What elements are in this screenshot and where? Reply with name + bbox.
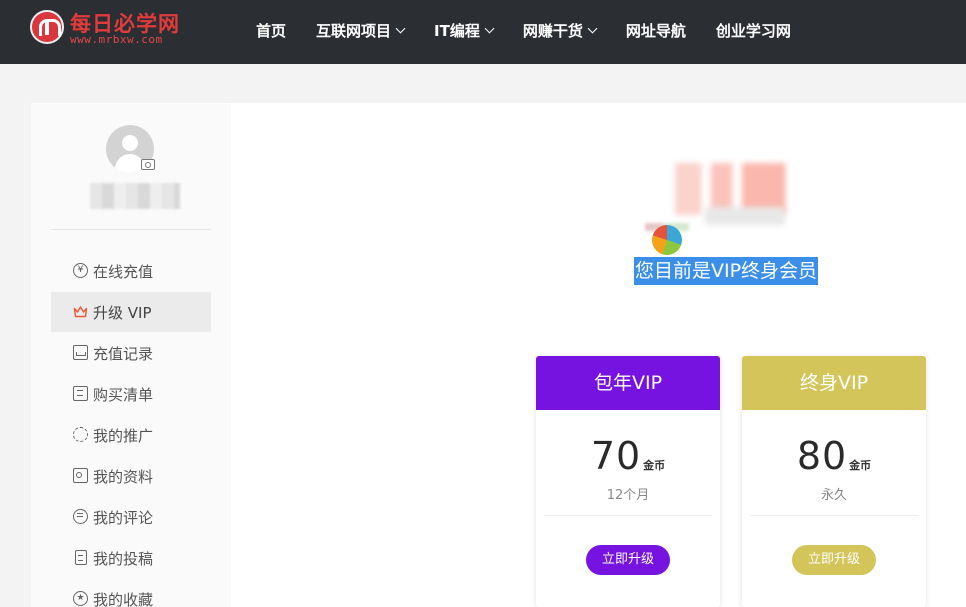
nav-item-it-programming[interactable]: IT编程 xyxy=(434,20,495,41)
camera-icon[interactable] xyxy=(141,159,155,170)
sidebar-item-purchase-list[interactable]: 购买清单 xyxy=(51,374,211,414)
price-unit: 金币 xyxy=(643,459,666,472)
nav-item-home[interactable]: 首页 xyxy=(256,20,286,41)
sidebar-menu: ¥ 在线充值 升级 VIP 充值记录 购买清单 我的推广 我的资料 我的评论 我… xyxy=(51,251,211,607)
sidebar-item-favorites[interactable]: ★ 我的收藏 xyxy=(51,579,211,607)
plan-title: 终身VIP xyxy=(742,356,926,410)
logo-url: www.mrbxw.com xyxy=(70,33,163,46)
sidebar-item-label: 升级 VIP xyxy=(93,303,152,322)
spinner-icon xyxy=(73,427,88,442)
sidebar-item-label: 我的资料 xyxy=(93,467,154,486)
vip-status-text: 您目前是VIP终身会员 xyxy=(634,257,819,285)
plan-divider xyxy=(544,515,712,516)
main-nav: 首页 互联网项目 IT编程 网赚干货 网址导航 创业学习网 xyxy=(256,20,821,41)
sidebar-item-profile[interactable]: 我的资料 xyxy=(51,456,211,496)
price-unit: 金币 xyxy=(849,459,872,472)
sidebar-item-promotion[interactable]: 我的推广 xyxy=(51,415,211,455)
sidebar-item-label: 在线充值 xyxy=(93,262,154,281)
main-content: 您目前是VIP终身会员 包年VIP 70 金币 12个月 立即升级 终身VIP 8… xyxy=(231,103,966,607)
plan-period: 12个月 xyxy=(606,488,650,503)
plan-period: 永久 xyxy=(820,488,847,503)
yen-icon: ¥ xyxy=(73,263,88,278)
nav-label: 互联网项目 xyxy=(316,22,392,40)
user-sidebar: ¥ 在线充值 升级 VIP 充值记录 购买清单 我的推广 我的资料 我的评论 我… xyxy=(31,103,231,607)
plan-card-annual: 包年VIP 70 金币 12个月 立即升级 xyxy=(536,356,720,607)
sidebar-item-label: 我的推广 xyxy=(93,426,154,445)
upgrade-button[interactable]: 立即升级 xyxy=(586,545,670,575)
logo-mark-icon xyxy=(30,10,64,44)
document-icon xyxy=(75,550,87,565)
chevron-down-icon xyxy=(587,23,598,34)
plan-divider xyxy=(750,515,918,516)
plan-price: 80 金币 xyxy=(742,434,926,478)
price-value: 80 xyxy=(796,434,848,478)
nav-label: IT编程 xyxy=(434,22,480,40)
id-card-icon xyxy=(73,468,88,483)
site-logo[interactable]: 每日必学网 www.mrbxw.com xyxy=(30,8,190,54)
top-navigation-bar: 每日必学网 www.mrbxw.com 首页 互联网项目 IT编程 网赚干货 网… xyxy=(0,0,966,64)
star-icon: ★ xyxy=(73,591,88,606)
nav-item-earning-tips[interactable]: 网赚干货 xyxy=(522,20,598,41)
nav-item-site-directory[interactable]: 网址导航 xyxy=(626,20,686,41)
nav-label: 网赚干货 xyxy=(522,22,583,40)
sidebar-item-submissions[interactable]: 我的投稿 xyxy=(51,538,211,578)
inbox-icon xyxy=(73,345,88,360)
price-value: 70 xyxy=(590,434,642,478)
crown-icon xyxy=(73,304,88,319)
sidebar-item-label: 我的投稿 xyxy=(93,549,154,568)
nav-item-internet-projects[interactable]: 互联网项目 xyxy=(316,20,406,41)
comment-icon xyxy=(73,509,88,524)
username-obscured xyxy=(90,183,180,209)
sidebar-item-label: 我的评论 xyxy=(93,508,154,527)
nav-label: 首页 xyxy=(256,22,287,40)
sidebar-item-recharge-records[interactable]: 充值记录 xyxy=(51,333,211,373)
nav-label: 创业学习网 xyxy=(715,22,791,40)
sidebar-item-recharge[interactable]: ¥ 在线充值 xyxy=(51,251,211,291)
nav-item-startup-learning[interactable]: 创业学习网 xyxy=(716,20,791,41)
chevron-down-icon xyxy=(484,23,495,34)
sidebar-item-label: 我的收藏 xyxy=(93,590,154,607)
sidebar-divider xyxy=(51,229,211,230)
avatar-head-shape xyxy=(122,135,138,151)
sidebar-item-label: 购买清单 xyxy=(93,385,154,404)
chevron-down-icon xyxy=(395,23,406,34)
vip-badge-icon xyxy=(652,225,682,255)
upgrade-button[interactable]: 立即升级 xyxy=(792,545,876,575)
plan-title: 包年VIP xyxy=(536,356,720,410)
sidebar-item-upgrade-vip[interactable]: 升级 VIP xyxy=(51,292,211,332)
nav-label: 网址导航 xyxy=(625,22,686,40)
plan-card-lifetime: 终身VIP 80 金币 永久 立即升级 xyxy=(742,356,926,607)
list-icon xyxy=(73,386,88,401)
obscured-user-info xyxy=(705,207,785,225)
plan-price: 70 金币 xyxy=(536,434,720,478)
sidebar-item-label: 充值记录 xyxy=(93,344,154,363)
sidebar-item-comments[interactable]: 我的评论 xyxy=(51,497,211,537)
